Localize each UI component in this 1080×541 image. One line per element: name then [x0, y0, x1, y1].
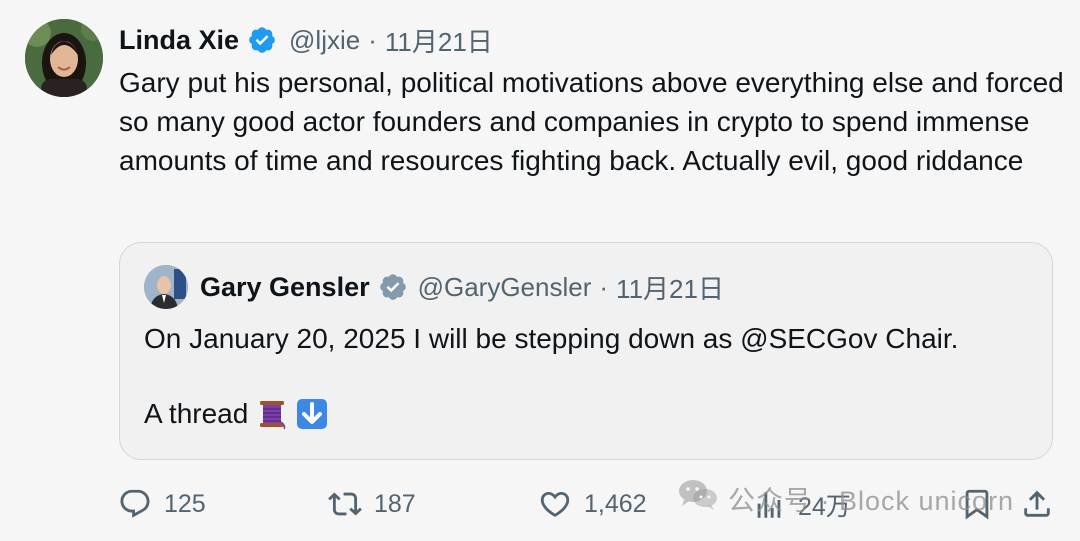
share-icon	[1020, 487, 1054, 521]
quoted-thread-label: A thread	[144, 398, 249, 429]
verified-badge-icon	[247, 25, 277, 55]
tweet-text: Gary put his personal, political motivat…	[119, 67, 1064, 176]
share-button[interactable]	[1020, 487, 1054, 521]
wechat-icon	[678, 478, 728, 519]
like-icon	[538, 487, 572, 521]
repost-button[interactable]: 187	[328, 487, 416, 521]
quoted-text-line: On January 20, 2025 I will be stepping d…	[144, 323, 959, 354]
like-button[interactable]: 1,462	[538, 487, 647, 521]
watermark-text: 公众号 · Block unicorn	[728, 486, 1015, 516]
timestamp[interactable]: 11月21日	[385, 22, 493, 59]
reply-icon	[118, 487, 152, 521]
handle[interactable]: @ljxie	[289, 25, 360, 56]
verified-badge-icon	[378, 272, 408, 302]
thread-spool-icon	[256, 398, 288, 430]
like-count: 1,462	[584, 489, 647, 518]
quoted-text-thread: A thread	[144, 398, 328, 430]
tweet-header: Linda Xie @ljxie · 11月21日	[119, 22, 493, 58]
reply-button[interactable]: 125	[118, 487, 206, 521]
down-arrow-icon	[296, 398, 328, 430]
quoted-header: Gary Gensler @GaryGensler · 11月21日	[200, 269, 724, 305]
quoted-timestamp[interactable]: 11月21日	[616, 269, 724, 306]
quoted-tweet[interactable]: Gary Gensler @GaryGensler · 11月21日 On Ja…	[119, 242, 1053, 460]
quoted-display-name[interactable]: Gary Gensler	[200, 272, 370, 303]
separator: ·	[368, 24, 377, 55]
repost-icon	[328, 487, 362, 521]
reply-count: 125	[164, 489, 206, 518]
repost-count: 187	[374, 489, 416, 518]
watermark: 公众号 · Block unicorn	[678, 478, 1014, 519]
tweet-card[interactable]: Linda Xie @ljxie · 11月21日 Gary put his p…	[0, 0, 1080, 541]
display-name[interactable]: Linda Xie	[119, 25, 239, 56]
avatar[interactable]	[25, 19, 103, 97]
quoted-avatar[interactable]	[144, 265, 188, 309]
quoted-handle[interactable]: @GaryGensler	[418, 272, 592, 303]
separator: ·	[599, 271, 609, 302]
